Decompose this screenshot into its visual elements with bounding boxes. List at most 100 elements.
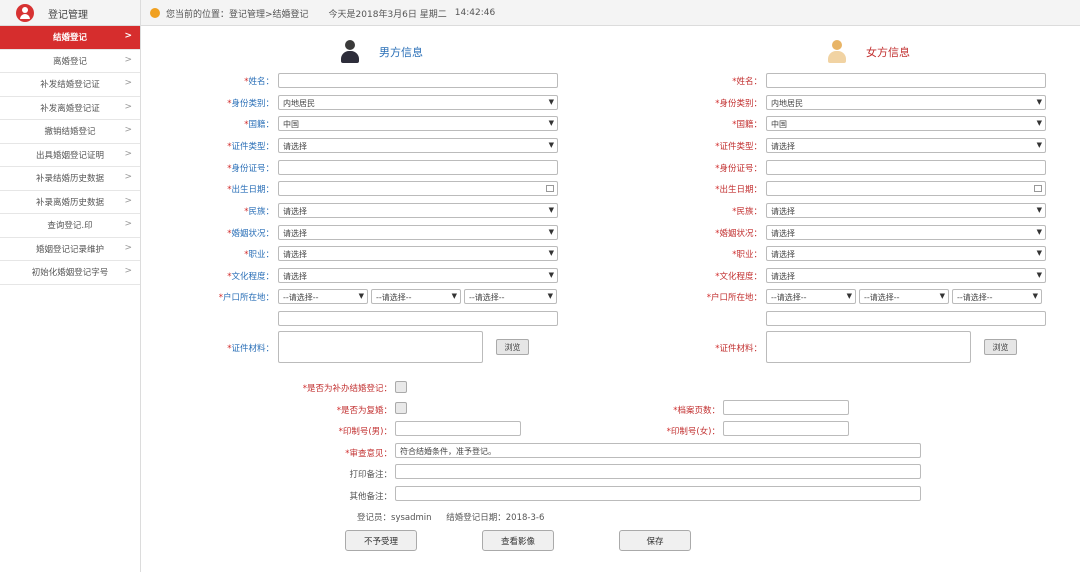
chevron-down-icon: ▼	[548, 271, 554, 279]
chevron-right-icon: >	[124, 219, 132, 229]
female-idno-input[interactable]	[766, 160, 1046, 175]
male-hukou-district-select[interactable]: --请选择-- ▼	[464, 289, 557, 304]
chevron-right-icon: >	[124, 172, 132, 182]
male-idtype-label: *身份类别：	[227, 99, 274, 109]
sidebar-item-record-maintenance[interactable]: 婚姻登记记录维护 >	[0, 238, 140, 261]
chevron-down-icon: ▼	[548, 119, 554, 127]
female-marital-label: *婚姻状况：	[715, 229, 762, 239]
male-idno-input[interactable]	[278, 160, 558, 175]
male-birth-label: *出生日期：	[227, 185, 274, 195]
male-marital-select[interactable]: 请选择 ▼	[278, 225, 558, 240]
male-certtype-select[interactable]: 请选择 ▼	[278, 138, 558, 153]
archive-pages-input[interactable]	[723, 400, 849, 415]
chevron-down-icon: ▼	[939, 292, 945, 300]
sidebar-item-query-print[interactable]: 查询登记.印 >	[0, 214, 140, 238]
male-hukou-detail-input[interactable]	[278, 311, 558, 326]
female-job-label: *职业：	[732, 250, 762, 260]
male-job-select[interactable]: 请选择 ▼	[278, 246, 558, 261]
chevron-right-icon: >	[124, 242, 132, 253]
female-name-input[interactable]	[766, 73, 1046, 88]
chevron-right-icon: >	[124, 78, 132, 88]
male-hukou-city-select[interactable]: --请选择-- ▼	[371, 289, 461, 304]
sidebar-item-divorce-registration[interactable]: 离婚登记 >	[0, 50, 140, 73]
print-number-male-input[interactable]	[395, 421, 521, 436]
female-marital-select[interactable]: 请选择 ▼	[766, 225, 1046, 240]
sidebar-item-revoke-marriage[interactable]: 撤销结婚登记 >	[0, 120, 140, 144]
chevron-down-icon: ▼	[1036, 206, 1042, 214]
chevron-down-icon: ▼	[1036, 249, 1042, 257]
sidebar-item-issue-certificate[interactable]: 出具婚姻登记证明 >	[0, 144, 140, 167]
print-note-input[interactable]	[395, 464, 921, 479]
location-icon	[150, 8, 160, 18]
female-avatar-icon	[826, 40, 848, 64]
chevron-down-icon: ▼	[548, 141, 554, 149]
male-edu-label: *文化程度：	[227, 272, 274, 282]
user-icon	[16, 4, 34, 22]
female-job-select[interactable]: 请选择 ▼	[766, 246, 1046, 261]
sidebar-item-reissue-marriage-cert[interactable]: 补发结婚登记证 >	[0, 73, 140, 97]
female-certtype-select[interactable]: 请选择 ▼	[766, 138, 1046, 153]
other-note-input[interactable]	[395, 486, 921, 501]
male-idtype-select[interactable]: 内地居民 ▼	[278, 95, 558, 110]
male-job-label: *职业：	[244, 250, 274, 260]
male-doc-area[interactable]	[278, 331, 483, 363]
female-ethnic-select[interactable]: 请选择 ▼	[766, 203, 1046, 218]
female-browse-button[interactable]: 浏览	[984, 339, 1017, 355]
chevron-down-icon: ▼	[548, 206, 554, 214]
male-nationality-select[interactable]: 中国 ▼	[278, 116, 558, 131]
male-edu-select[interactable]: 请选择 ▼	[278, 268, 558, 283]
breadcrumb: 您当前的位置：登记管理>结婚登记 今天是2018年3月6日 星期二 14:42:…	[150, 0, 495, 26]
female-hukou-district-select[interactable]: --请选择-- ▼	[952, 289, 1042, 304]
male-hukou-label: *户口所在地：	[218, 293, 274, 303]
sidebar-item-backfill-divorce-data[interactable]: 补录离婚历史数据 >	[0, 191, 140, 214]
current-time: 14:42:46	[454, 8, 496, 18]
print-number-male-label: *印制号(男)：	[338, 427, 392, 437]
female-doc-area[interactable]	[766, 331, 971, 363]
female-ethnic-label: *民族：	[732, 207, 762, 217]
female-nationality-select[interactable]: 中国 ▼	[766, 116, 1046, 131]
female-edu-select[interactable]: 请选择 ▼	[766, 268, 1046, 283]
print-number-female-input[interactable]	[723, 421, 849, 436]
review-opinion-input[interactable]: 符合结婚条件，准予登记。	[395, 443, 921, 458]
main-form: 男方信息 女方信息 *姓名： *身份类别： 内地居民 ▼ *国籍： 中国 ▼ *证件…	[141, 26, 1080, 572]
female-birth-input[interactable]	[766, 181, 1046, 196]
sidebar-item-marriage-registration[interactable]: 结婚登记 >	[0, 26, 140, 50]
chevron-right-icon: >	[124, 195, 132, 206]
current-date: 今天是2018年3月6日 星期二	[328, 9, 447, 20]
male-browse-button[interactable]: 浏览	[496, 339, 529, 355]
female-birth-label: *出生日期：	[715, 185, 762, 195]
female-hukou-city-select[interactable]: --请选择-- ▼	[859, 289, 949, 304]
male-hukou-province-select[interactable]: --请选择-- ▼	[278, 289, 368, 304]
male-birth-input[interactable]	[278, 181, 558, 196]
female-hukou-detail-input[interactable]	[766, 311, 1046, 326]
calendar-icon[interactable]	[546, 185, 554, 192]
proxy-registration-label: *是否为补办结婚登记：	[302, 384, 392, 394]
remarry-label: *是否为复婚：	[336, 406, 392, 416]
female-edu-label: *文化程度：	[715, 272, 762, 282]
female-idtype-select[interactable]: 内地居民 ▼	[766, 95, 1046, 110]
reject-button[interactable]: 不予受理	[345, 530, 417, 551]
male-name-input[interactable]	[278, 73, 558, 88]
female-certtype-label: *证件类型：	[715, 142, 762, 152]
save-button[interactable]: 保存	[619, 530, 691, 551]
calendar-icon[interactable]	[1034, 185, 1042, 192]
chevron-right-icon: >	[124, 266, 132, 276]
print-number-female-label: *印制号(女)：	[666, 427, 720, 437]
print-note-label: 打印备注：	[349, 470, 392, 480]
chevron-down-icon: ▼	[548, 228, 554, 236]
remarry-checkbox[interactable]	[395, 402, 407, 414]
proxy-registration-checkbox[interactable]	[395, 381, 407, 393]
view-images-button[interactable]: 查看影像	[482, 530, 554, 551]
chevron-down-icon: ▼	[1036, 119, 1042, 127]
app-title: 登记管理	[48, 9, 88, 21]
sidebar-item-reissue-divorce-cert[interactable]: 补发离婚登记证 >	[0, 97, 140, 120]
male-ethnic-select[interactable]: 请选择 ▼	[278, 203, 558, 218]
chevron-down-icon: ▼	[547, 292, 553, 300]
female-hukou-province-select[interactable]: --请选择-- ▼	[766, 289, 856, 304]
male-section-header: 男方信息	[339, 40, 423, 64]
chevron-down-icon: ▼	[1036, 228, 1042, 236]
sidebar-item-init-serial-number[interactable]: 初始化婚姻登记字号 >	[0, 261, 140, 285]
female-nationality-label: *国籍：	[732, 120, 762, 130]
chevron-down-icon: ▼	[1036, 271, 1042, 279]
sidebar-item-backfill-marriage-data[interactable]: 补录结婚历史数据 >	[0, 167, 140, 191]
